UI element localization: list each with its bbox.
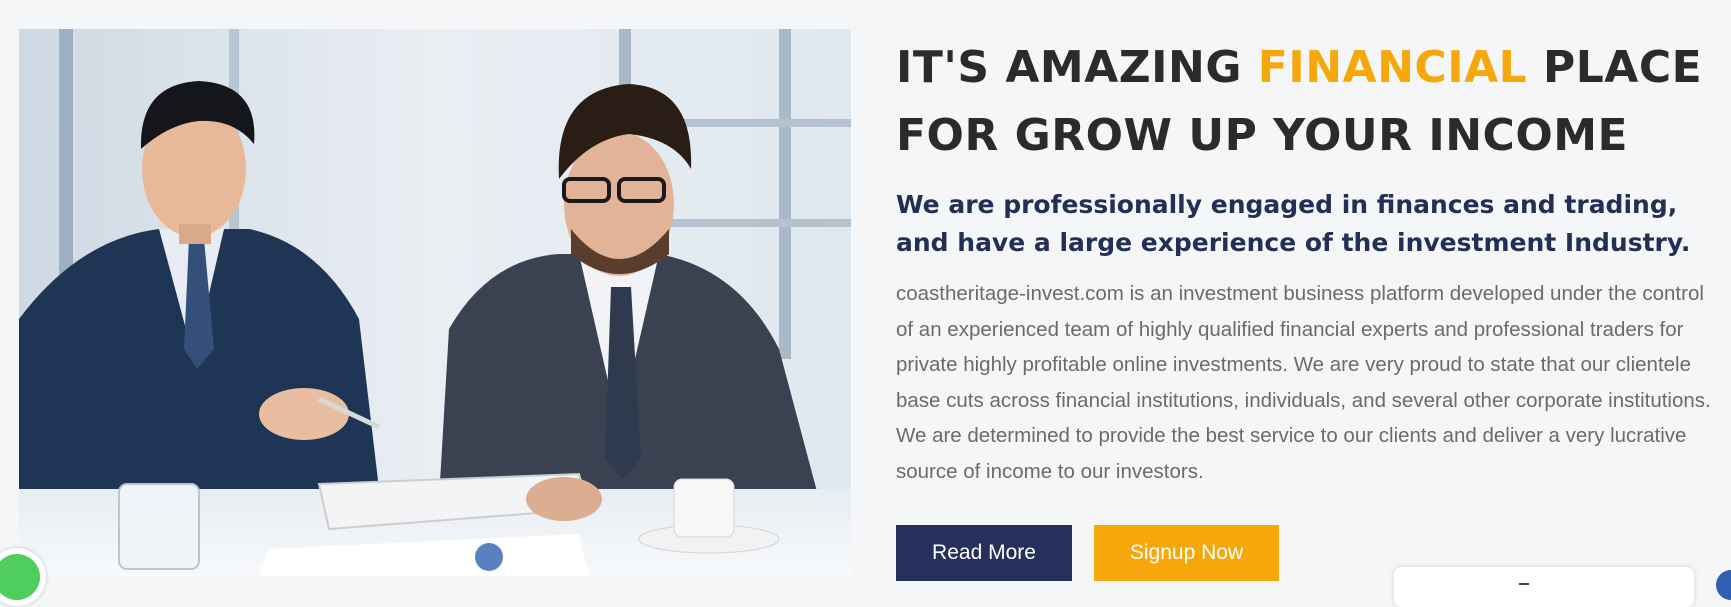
hero-content: IT'S AMAZING FINANCIAL PLACE FOR GROW UP… [896,34,1731,489]
hero-headline: IT'S AMAZING FINANCIAL PLACE FOR GROW UP… [896,34,1731,170]
support-icon[interactable] [1716,570,1731,600]
headline-suffix: PLACE [1527,42,1703,93]
business-meeting-photo [19,29,851,576]
signup-now-button[interactable]: Signup Now [1094,525,1279,581]
floating-widget-card[interactable] [1394,567,1694,607]
hero-subheading: We are professionally engaged in finance… [896,190,1691,257]
widget-text-fragment [1519,583,1529,589]
hero-description: coastheritage-invest.com is an investmen… [896,282,1711,483]
headline-line2: FOR GROW UP YOUR INCOME [896,110,1629,161]
whatsapp-icon-inner [0,554,40,600]
headline-prefix: IT'S AMAZING [896,42,1258,93]
read-more-button[interactable]: Read More [896,525,1072,581]
headline-accent: FINANCIAL [1257,42,1528,93]
